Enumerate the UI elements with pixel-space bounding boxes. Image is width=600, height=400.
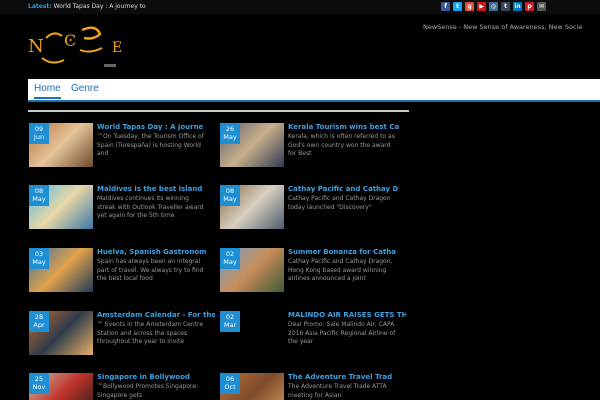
google-plus-icon[interactable]: g [465,2,474,11]
post-excerpt: Cathay Pacific and Cathay Dragon, Hong K… [288,258,393,282]
post-thumbnail[interactable]: 02 Mar [220,311,284,355]
post-title[interactable]: World Tapas Day : A journe [97,123,215,131]
post-day: 02 [225,250,235,258]
post-title[interactable]: Huelva, Spanish Gastronom [97,248,215,256]
pinterest-icon[interactable]: p [525,2,534,11]
post-excerpt: Maldives continues its winning streak wi… [97,195,204,219]
post-excerpt: Cathay Pacific and Cathay Dragon today l… [288,195,391,211]
svg-text:Ͼ: Ͼ [64,31,76,50]
post-thumbnail[interactable]: 08 May [29,185,93,229]
latest-headline[interactable]: World Tapas Day : A journey to [54,3,146,10]
post-day: 28 [34,313,44,321]
svg-text:E: E [112,40,122,56]
post-date-badge: 08 May [29,185,49,206]
post-day: 08 [34,187,44,195]
post-month: May [32,195,46,203]
post-day: 25 [34,375,44,383]
post-date-badge: 02 May [220,248,240,269]
post-date-badge: 03 May [29,248,49,269]
content-divider [28,110,409,112]
post-day: 26 [225,125,235,133]
post-day: 03 [34,250,44,258]
tumblr-icon[interactable]: t [501,2,510,11]
post-thumbnail[interactable]: 25 Nov [29,373,93,400]
post-thumbnail[interactable]: 02 May [220,248,284,292]
post-card[interactable]: 03 May Huelva, Spanish Gastronom Spain has … [29,248,219,292]
nav-home[interactable]: Home [34,83,61,99]
post-thumbnail[interactable]: 06 Oct [220,373,284,400]
post-card[interactable]: 08 May Maldives is the best island Maldives… [29,185,219,229]
post-card[interactable]: 02 May Summer Bonanza for Catha Cathay Paci… [220,248,410,292]
post-card[interactable]: 08 May Cathay Pacific and Cathay D Cathay P… [220,185,410,229]
post-excerpt: Spain has always been an integral part o… [97,258,204,282]
post-month: Apr [33,321,45,329]
post-card[interactable]: 28 Apr Amsterdam Calendar - For the ™ Event… [29,311,219,355]
post-title[interactable]: Kerala Tourism wins best Ca [288,123,406,131]
post-excerpt: Deal Promo: Sale Malindo Air, CAPA 2016 … [288,321,396,345]
post-thumbnail[interactable]: 03 May [29,248,93,292]
email-icon[interactable]: ✉ [537,2,546,11]
post-month: Jun [33,133,45,141]
post-excerpt: The Adventure Travel Trade ATTA meeting … [288,383,387,399]
post-thumbnail[interactable]: 08 May [220,185,284,229]
post-day: 08 [225,187,235,195]
post-date-badge: 26 May [220,123,240,144]
post-title[interactable]: MALINDO AIR RAISES GETS THE DEA [288,311,406,319]
post-date-badge: 25 Nov [29,373,49,394]
post-month: Oct [224,383,236,391]
post-excerpt: ™Bollywood Promotes Singapore: Singapore… [97,383,199,399]
post-day: 09 [34,125,44,133]
post-title[interactable]: Singapore in Bollywood [97,373,215,381]
post-month: Nov [32,383,46,391]
post-thumbnail[interactable]: 28 Apr [29,311,93,355]
twitter-icon[interactable]: t [453,2,462,11]
post-title[interactable]: Summer Bonanza for Catha [288,248,406,256]
post-card[interactable]: 02Mar MALINDO AIR RAISES GETS THE DEA Deal… [220,311,410,355]
post-card[interactable]: 06 Oct The Adventure Travel Trad The Advent… [220,373,410,400]
social-icons: f t g ▶ ◎ t in p ✉ [441,2,546,11]
post-date-badge: 28 Apr [29,311,49,332]
facebook-icon[interactable]: f [441,2,450,11]
post-day: 06 [225,375,235,383]
post-month: May [223,258,237,266]
post-excerpt: Kerala, which is often referred to as Go… [288,133,395,157]
post-month: Mar [223,321,237,329]
post-title[interactable]: Cathay Pacific and Cathay D [288,185,406,193]
youtube-icon[interactable]: ▶ [477,2,486,11]
post-date-badge: 02 Mar [220,311,240,332]
svg-text:N: N [28,36,44,57]
post-thumbnail[interactable]: 09 Jun [29,123,93,167]
post-title[interactable]: The Adventure Travel Trad [288,373,406,381]
post-month: May [32,258,46,266]
site-tagline: NewSense - New Sense of Awareness, New S… [423,23,583,31]
post-card[interactable]: 26 May Kerala Tourism wins best Ca Kerala, … [220,123,410,167]
post-excerpt: ™ Events in the Amsterdam Centre Station… [97,321,204,345]
instagram-icon[interactable]: ◎ [489,2,498,11]
linkedin-icon[interactable]: in [513,2,522,11]
post-date-badge: 08 May [220,185,240,206]
post-card[interactable]: 09 Jun World Tapas Day : A journe ™On Tuesd… [29,123,219,167]
latest-label: Latest: [28,3,52,10]
post-thumbnail[interactable]: 26 May [220,123,284,167]
post-month: May [223,195,237,203]
post-date-badge: 09 Jun [29,123,49,144]
post-date-badge: 06 Oct [220,373,240,394]
post-title[interactable]: Amsterdam Calendar - For the [97,311,215,319]
post-card[interactable]: 25 Nov Singapore in Bollywood ™Bollywood Pr… [29,373,219,400]
latest-ticker[interactable]: Latest: World Tapas Day : A journey to [28,3,146,10]
nav-genre[interactable]: Genre [71,83,99,94]
site-logo[interactable]: N Ͼ E [24,20,134,76]
post-day: 02 [225,313,235,321]
post-month: May [223,133,237,141]
top-bar: Latest: World Tapas Day : A journey to f… [0,0,600,14]
main-nav: Home Genre [28,79,600,102]
post-excerpt: ™On Tuesday, the Tourism Office of Spain… [97,133,204,157]
post-title[interactable]: Maldives is the best island [97,185,215,193]
